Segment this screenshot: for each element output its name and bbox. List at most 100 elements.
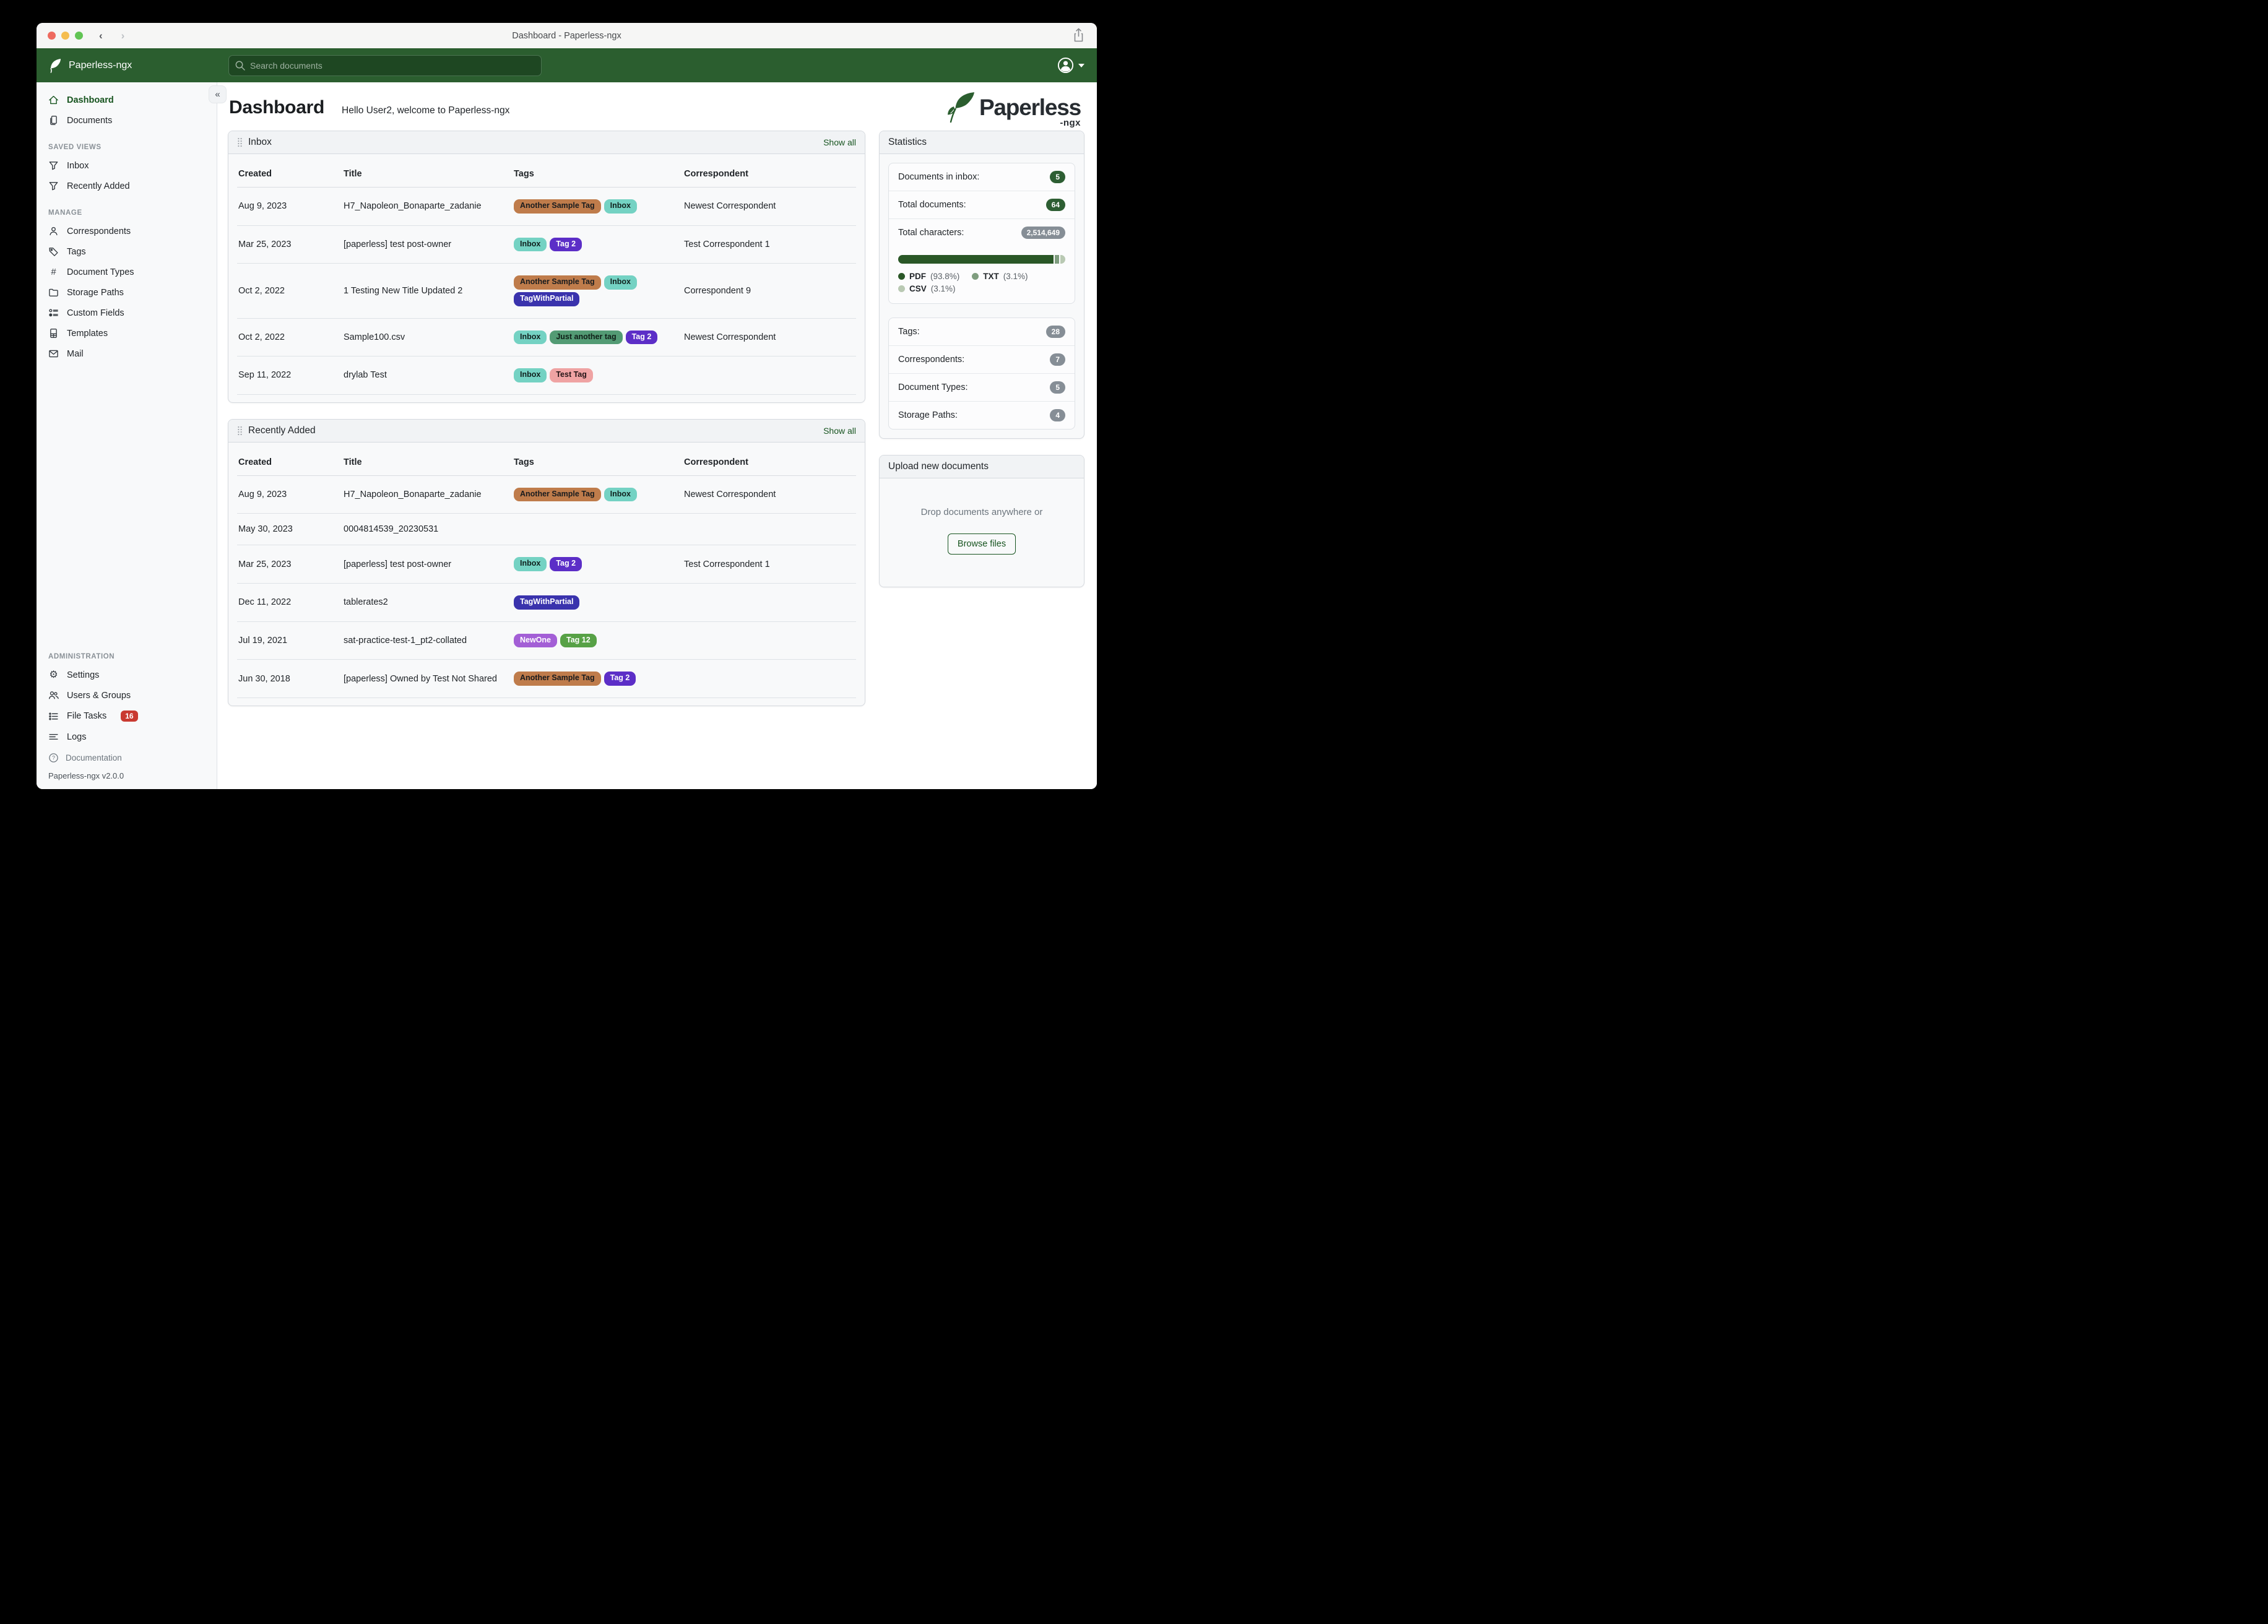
sidebar-item-documentation[interactable]: ? Documentation [37,747,217,769]
table-row[interactable]: May 30, 2023 0004814539_20230531 [237,513,856,546]
tag-badge[interactable]: Inbox [514,368,547,382]
sidebar-item-tags[interactable]: Tags [37,241,217,262]
table-row[interactable]: Aug 9, 2023 H7_Napoleon_Bonaparte_zadanie… [237,187,856,226]
table-row[interactable]: Sep 11, 2022 drylab Test Inbox Test Tag [237,356,856,395]
table-row[interactable]: Oct 2, 2022 1 Testing New Title Updated 2… [237,263,856,319]
minimize-window-button[interactable] [61,32,69,40]
file-template-icon [48,328,59,339]
tag-badge[interactable]: Tag 2 [550,557,582,571]
sidebar-item-logs[interactable]: Logs [37,727,217,747]
legend-dot [898,273,905,280]
sidebar-item-documents[interactable]: Documents [37,110,217,131]
user-menu[interactable] [1057,57,1084,74]
correspondent-link[interactable]: Newest Correspondent [683,318,856,357]
column-header-tags: Tags [513,157,683,188]
document-title-link[interactable]: drylab Test [342,356,513,395]
logo-suffix: -ngx [1060,118,1081,128]
browse-files-button[interactable]: Browse files [947,533,1016,555]
drag-handle-icon[interactable] [237,137,243,147]
created-cell: May 30, 2023 [237,513,342,546]
stat-badge: 64 [1045,199,1065,211]
envelope-icon [48,348,59,359]
table-row[interactable]: Mar 25, 2023 [paperless] test post-owner I… [237,225,856,264]
tag-badge[interactable]: Test Tag [550,368,593,382]
document-title-link[interactable]: [paperless] test post-owner [342,545,513,584]
sidebar-item-templates[interactable]: Templates [37,323,217,343]
brand[interactable]: Paperless-ngx [49,58,132,73]
table-row[interactable]: Oct 2, 2022 Sample100.csv Inbox Just anothe… [237,318,856,357]
table-row[interactable]: Jun 30, 2018 [paperless] Owned by Test No… [237,659,856,698]
created-cell: Dec 11, 2022 [237,583,342,622]
tag-badge[interactable]: Inbox [604,199,637,214]
tag-badge[interactable]: Another Sample Tag [514,199,601,214]
close-window-button[interactable] [48,32,56,40]
recently-added-widget-header: Recently Added Show all [228,419,865,443]
sidebar-item-mail[interactable]: Mail [37,343,217,364]
tag-badge[interactable]: TagWithPartial [514,292,580,306]
tag-badge[interactable]: Tag 2 [550,237,582,252]
sidebar-item-file-tasks[interactable]: File Tasks 16 [37,706,217,727]
tag-badge[interactable]: Inbox [604,275,637,290]
sidebar-collapse-button[interactable]: « [209,85,227,103]
tag-badge[interactable]: Inbox [514,557,547,571]
correspondent-link[interactable]: Test Correspondent 1 [683,545,856,584]
sidebar-item-correspondents[interactable]: Correspondents [37,221,217,241]
table-row[interactable]: Mar 25, 2023 [paperless] test post-owner I… [237,545,856,584]
document-title-link[interactable]: sat-practice-test-1_pt2-collated [342,621,513,660]
sidebar-item-inbox[interactable]: Inbox [37,155,217,176]
tag-badge[interactable]: Tag 12 [560,633,597,648]
document-title-link[interactable]: 0004814539_20230531 [342,513,513,546]
document-title-link[interactable]: H7_Napoleon_Bonaparte_zadanie [342,187,513,226]
sidebar-item-settings[interactable]: ⚙ Settings [37,665,217,685]
tag-badge[interactable]: Inbox [514,237,547,252]
sidebar-item-label: Inbox [67,160,89,171]
document-title-link[interactable]: [paperless] test post-owner [342,225,513,264]
zoom-window-button[interactable] [75,32,83,40]
show-all-link[interactable]: Show all [823,426,856,436]
tag-badge[interactable]: Just another tag [550,330,623,345]
table-row[interactable]: Aug 9, 2023 H7_Napoleon_Bonaparte_zadanie… [237,475,856,514]
document-title-link[interactable]: 1 Testing New Title Updated 2 [342,263,513,319]
show-all-link[interactable]: Show all [823,137,856,147]
sidebar-item-label: Storage Paths [67,287,124,298]
table-row[interactable]: Dec 11, 2022 tablerates2 TagWithPartial [237,583,856,622]
tag-badge[interactable]: Inbox [604,487,637,502]
chevron-down-icon [1078,63,1084,67]
tag-badge[interactable]: Another Sample Tag [514,487,601,502]
tag-badge[interactable]: Tag 2 [625,330,658,345]
table-row[interactable]: Jul 19, 2021 sat-practice-test-1_pt2-coll… [237,621,856,660]
document-title-link[interactable]: [paperless] Owned by Test Not Shared [342,659,513,698]
sidebar-item-document-types[interactable]: # Document Types [37,262,217,282]
search-input[interactable] [228,54,542,76]
correspondent-link[interactable]: Newest Correspondent [683,475,856,514]
tag-badge[interactable]: Another Sample Tag [514,672,601,686]
created-cell: Jul 19, 2021 [237,621,342,660]
tags-cell: Inbox Tag 2 [513,545,683,584]
correspondent-link[interactable]: Correspondent 9 [683,263,856,319]
sidebar-item-recently-added[interactable]: Recently Added [37,176,217,196]
widget-title: Recently Added [248,425,316,436]
tag-badge[interactable]: Another Sample Tag [514,275,601,290]
legend-label: CSV [909,284,927,293]
correspondent-link[interactable]: Test Correspondent 1 [683,225,856,264]
sidebar-item-users-groups[interactable]: Users & Groups [37,685,217,706]
back-icon[interactable]: ‹ [99,30,103,41]
sidebar-item-label: Settings [67,670,100,680]
forward-icon[interactable]: › [121,30,125,41]
statistics-widget: Statistics Documents in inbox: 5 Total doc… [879,131,1084,439]
window-title: Dashboard - Paperless-ngx [512,30,621,41]
traffic-lights [48,32,83,40]
tag-badge[interactable]: NewOne [514,633,558,648]
share-icon[interactable] [1073,28,1084,43]
sidebar-item-custom-fields[interactable]: Custom Fields [37,303,217,323]
sidebar-item-dashboard[interactable]: Dashboard [37,90,217,110]
sidebar-item-storage-paths[interactable]: Storage Paths [37,282,217,303]
tag-badge[interactable]: Tag 2 [604,672,636,686]
document-title-link[interactable]: H7_Napoleon_Bonaparte_zadanie [342,475,513,514]
document-title-link[interactable]: Sample100.csv [342,318,513,357]
document-title-link[interactable]: tablerates2 [342,583,513,622]
tag-badge[interactable]: Inbox [514,330,547,345]
drag-handle-icon[interactable] [237,426,243,436]
correspondent-link[interactable]: Newest Correspondent [683,187,856,226]
tag-badge[interactable]: TagWithPartial [514,595,580,610]
